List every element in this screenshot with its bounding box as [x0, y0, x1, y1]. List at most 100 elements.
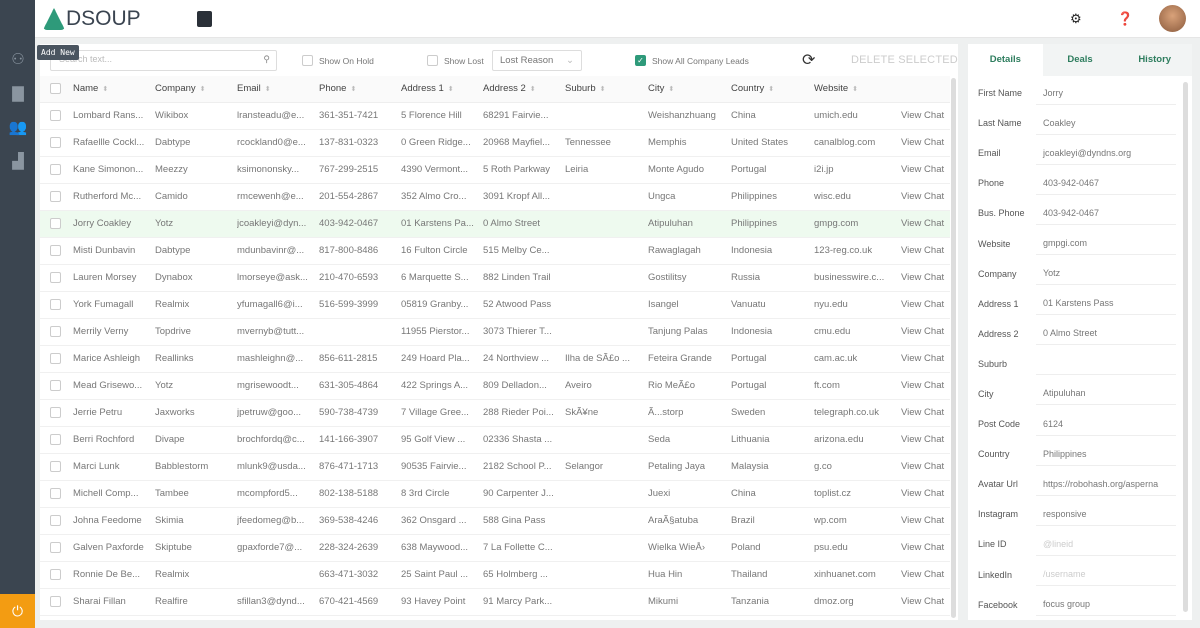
field-input[interactable]: Coakley [1036, 112, 1176, 135]
power-button[interactable]: ⏻ [0, 594, 35, 628]
lost-reason-select[interactable]: Lost Reason ⌄ [492, 50, 582, 71]
sort-icon[interactable]: ⬍ [102, 86, 108, 93]
table-row[interactable]: York Fumagall Realmix yfumagall6@i... 516-5… [40, 291, 950, 319]
show-on-hold-checkbox[interactable]: Show On Hold [302, 55, 374, 66]
delete-selected-button[interactable]: DELETE SELECTED [851, 54, 958, 66]
sort-icon[interactable]: ⬍ [530, 86, 536, 93]
row-checkbox[interactable] [40, 156, 73, 184]
column-header[interactable]: Website ⬍ [814, 76, 901, 103]
field-input[interactable]: gmpgi.com [1036, 232, 1176, 256]
sort-icon[interactable]: ⬍ [200, 86, 206, 93]
table-row[interactable]: Ronnie De Be... Realmix 663-471-3032 25 Sai… [40, 561, 950, 589]
chart-icon[interactable]: ▟ [8, 152, 28, 170]
sort-icon[interactable]: ⬍ [668, 86, 674, 93]
view-chat-link[interactable]: View Chat [901, 183, 950, 211]
show-all-checkbox[interactable]: ✓ Show All Company Leads [635, 55, 749, 66]
field-input[interactable]: https://robohash.org/asperna [1036, 473, 1176, 496]
table-row[interactable]: Lombard Rans... Wikibox lransteadu@e... 361… [40, 102, 950, 130]
field-input[interactable]: @lineid [1036, 533, 1176, 556]
view-chat-link[interactable]: View Chat [901, 156, 950, 184]
sort-icon[interactable]: ⬍ [852, 86, 858, 93]
table-row[interactable]: Jorry Coakley Yotz jcoakleyi@dyn... 403-942… [40, 210, 950, 238]
sort-icon[interactable]: ⬍ [350, 86, 356, 93]
show-lost-checkbox[interactable]: Show Lost [427, 55, 484, 66]
column-header[interactable]: Name ⬍ [73, 76, 155, 103]
view-chat-link[interactable]: View Chat [901, 129, 950, 157]
view-chat-link[interactable]: View Chat [901, 102, 950, 130]
row-checkbox[interactable] [40, 453, 73, 481]
field-input[interactable]: 403-942-0467 [1036, 172, 1176, 195]
column-header[interactable]: Address 1 ⬍ [401, 76, 483, 103]
field-input[interactable] [1036, 352, 1176, 376]
sort-icon[interactable]: ⬍ [448, 86, 454, 93]
column-header[interactable]: Phone ⬍ [319, 76, 401, 103]
tab-details[interactable]: Details [968, 44, 1043, 76]
add-user-icon[interactable]: ⚇ [8, 50, 28, 68]
table-row[interactable]: Misti Dunbavin Dabtype mdunbavinr@... 817-8… [40, 237, 950, 265]
view-chat-link[interactable]: View Chat [901, 480, 950, 508]
refresh-icon[interactable]: ⟳ [802, 50, 815, 70]
row-checkbox[interactable] [40, 183, 73, 211]
view-chat-link[interactable]: View Chat [901, 426, 950, 454]
view-chat-link[interactable]: View Chat [901, 318, 950, 346]
field-input[interactable]: responsive [1036, 503, 1176, 526]
view-chat-link[interactable]: View Chat [901, 507, 950, 535]
view-chat-link[interactable]: View Chat [901, 210, 950, 238]
view-chat-link[interactable]: View Chat [901, 399, 950, 427]
field-input[interactable]: focus group [1036, 593, 1176, 617]
table-row[interactable]: Sharai Fillan Realfire sfillan3@dynd... 670… [40, 588, 950, 616]
table-row[interactable]: Michell Comp... Tambee mcompford5... 802-13… [40, 480, 950, 508]
scrollbar[interactable] [951, 78, 956, 618]
template-icon[interactable] [197, 11, 212, 27]
table-row[interactable]: Rafaellle Cockl... Dabtype rcockland0@e...… [40, 129, 950, 157]
sort-icon[interactable]: ⬍ [600, 86, 606, 93]
select-all[interactable] [40, 76, 73, 103]
view-chat-link[interactable]: View Chat [901, 291, 950, 319]
settings-icon[interactable]: ⚙ [1070, 11, 1082, 27]
search-input[interactable]: Search text... ⚲ [50, 50, 277, 71]
field-input[interactable]: Philippines [1036, 443, 1176, 466]
column-header[interactable]: Company ⬍ [155, 76, 237, 103]
field-input[interactable]: Atipuluhan [1036, 382, 1176, 406]
table-row[interactable]: Galven Paxforde Skiptube gpaxforde7@... 228… [40, 534, 950, 562]
table-row[interactable]: Berri Rochford Divape brochfordq@c... 141-1… [40, 426, 950, 454]
row-checkbox[interactable] [40, 372, 73, 400]
scrollbar[interactable] [1183, 82, 1188, 612]
column-header[interactable]: Email ⬍ [237, 76, 319, 103]
field-input[interactable]: 0 Almo Street [1036, 322, 1176, 346]
view-chat-link[interactable]: View Chat [901, 534, 950, 562]
tab-deals[interactable]: Deals [1043, 44, 1118, 76]
row-checkbox[interactable] [40, 237, 73, 265]
row-checkbox[interactable] [40, 561, 73, 589]
sort-icon[interactable]: ⬍ [265, 86, 271, 93]
row-checkbox[interactable] [40, 210, 73, 238]
table-row[interactable]: Merrily Verny Topdrive mvernyb@tutt... 1195… [40, 318, 950, 346]
column-header[interactable]: City ⬍ [648, 76, 731, 103]
view-chat-link[interactable]: View Chat [901, 345, 950, 373]
row-checkbox[interactable] [40, 129, 73, 157]
column-header[interactable]: Address 2 ⬍ [483, 76, 565, 103]
sort-icon[interactable]: ⬍ [768, 86, 774, 93]
field-input[interactable]: Jorry [1036, 82, 1176, 105]
view-chat-link[interactable]: View Chat [901, 588, 950, 616]
table-row[interactable]: Kane Simonon... Meezzy ksimononsky... 767-2… [40, 156, 950, 184]
table-row[interactable]: Johna Feedome Skimia jfeedomeg@b... 369-538… [40, 507, 950, 535]
avatar[interactable] [1159, 5, 1186, 32]
row-checkbox[interactable] [40, 291, 73, 319]
row-checkbox[interactable] [40, 399, 73, 427]
row-checkbox[interactable] [40, 426, 73, 454]
chat-icon[interactable]: ▇ [8, 84, 28, 102]
view-chat-link[interactable]: View Chat [901, 372, 950, 400]
view-chat-link[interactable]: View Chat [901, 561, 950, 589]
view-chat-link[interactable]: View Chat [901, 453, 950, 481]
table-row[interactable]: Marice Ashleigh Reallinks mashleighn@... 85… [40, 345, 950, 373]
row-checkbox[interactable] [40, 318, 73, 346]
field-input[interactable]: 01 Karstens Pass [1036, 292, 1176, 316]
row-checkbox[interactable] [40, 102, 73, 130]
column-header[interactable]: Suburb ⬍ [565, 76, 648, 103]
row-checkbox[interactable] [40, 534, 73, 562]
table-row[interactable]: Jerrie Petru Jaxworks jpetruw@goo... 590-73… [40, 399, 950, 427]
users-icon[interactable]: 👥 [8, 118, 28, 136]
field-input[interactable]: 403-942-0467 [1036, 202, 1176, 225]
row-checkbox[interactable] [40, 588, 73, 616]
